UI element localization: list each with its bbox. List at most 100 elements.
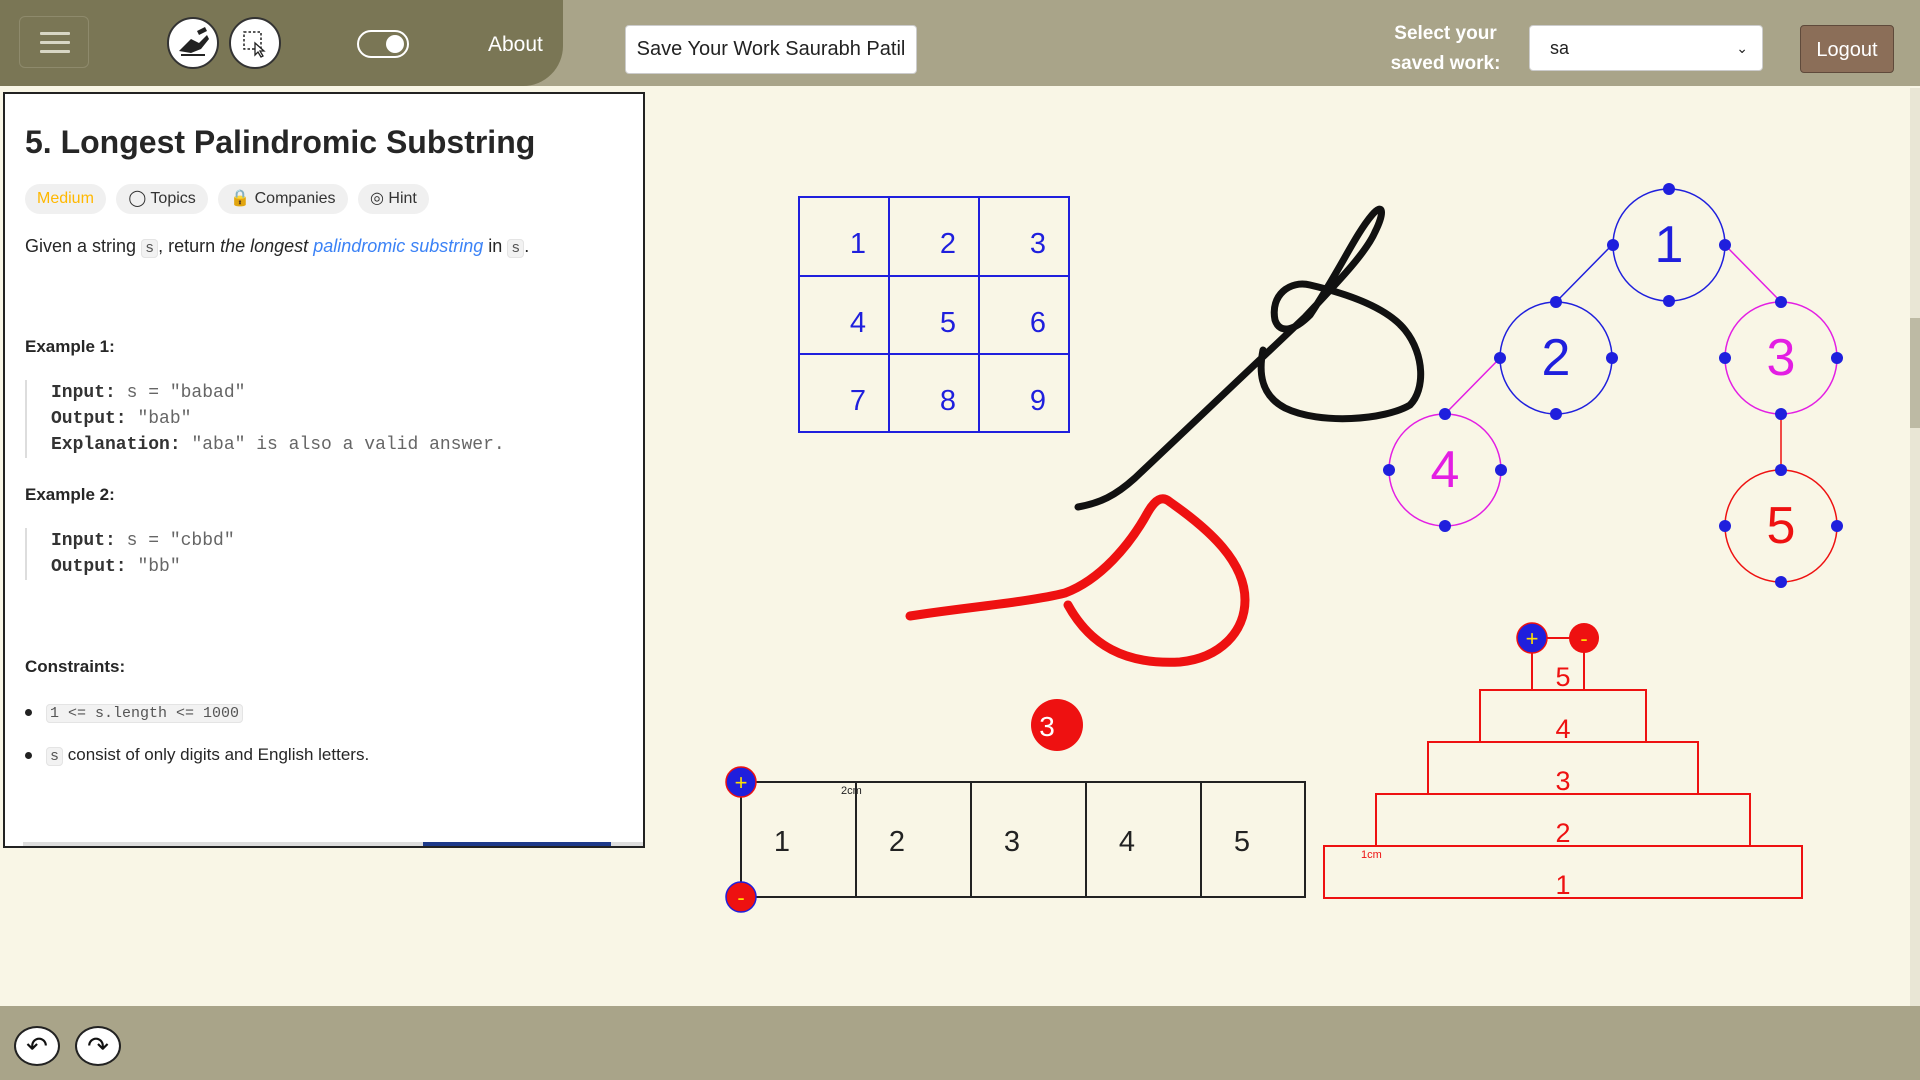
tree-node-label: 4 [1431, 441, 1460, 499]
tree-node-label: 3 [1767, 329, 1796, 387]
tree-node-label: 2 [1542, 329, 1571, 387]
array-border [740, 781, 1306, 898]
anchor-dot[interactable] [1606, 352, 1618, 364]
tag-icon: ◯ [128, 190, 151, 207]
tree-edge [1724, 244, 1782, 303]
problem-panel: 5. Longest Palindromic Substring Medium … [3, 92, 645, 848]
inline-code: 1 <= s.length <= 1000 [46, 704, 244, 723]
matrix-cell: 9 [1030, 385, 1046, 417]
hint-tag[interactable]: ◎ Hint [358, 184, 429, 214]
anchor-dot[interactable] [1550, 408, 1562, 420]
palindromic-substring-link[interactable]: palindromic substring [313, 236, 483, 256]
example-line: Input: s = "cbbd" [51, 528, 235, 554]
undo-icon: ↶ [26, 1031, 48, 1061]
stack-label: 3 [1555, 766, 1570, 796]
matrix-cell: 7 [850, 385, 866, 417]
output-label: Output: [51, 557, 127, 577]
input-label: Input: [51, 531, 116, 551]
anchor-dot[interactable] [1775, 408, 1787, 420]
inline-code: s [46, 747, 64, 766]
problem-title: 5. Longest Palindromic Substring [25, 124, 536, 160]
topics-label: Topics [150, 190, 196, 207]
anchor-dot[interactable] [1494, 352, 1506, 364]
matrix-cell: 1 [850, 228, 866, 260]
anchor-dot[interactable] [1439, 520, 1451, 532]
output-value: "bab" [137, 409, 192, 429]
constraint-item: s consist of only digits and English let… [25, 745, 370, 766]
panel-scrollbar[interactable] [23, 842, 643, 846]
count-badge-label: 3 [1039, 711, 1055, 742]
example-line: Input: s = "babad" [51, 380, 505, 406]
anchor-dot[interactable] [1550, 296, 1562, 308]
array-cell: 2 [889, 826, 905, 858]
lock-icon: 🔒 [230, 190, 255, 207]
input-value: s = "cbbd" [126, 531, 235, 551]
matrix-cell: 3 [1030, 228, 1046, 260]
anchor-dot[interactable] [1831, 520, 1843, 532]
plus-icon: + [1526, 626, 1539, 651]
explanation-label: Explanation: [51, 435, 181, 455]
tree-node-label: 1 [1655, 216, 1684, 274]
array-cell: 1 [774, 826, 790, 858]
desc-text: , return [158, 236, 221, 256]
freehand-black-stroke [1074, 205, 1425, 511]
anchor-dot[interactable] [1831, 352, 1843, 364]
input-value: s = "babad" [126, 383, 246, 403]
anchor-dot[interactable] [1439, 408, 1451, 420]
example1-block: Input: s = "babad" Output: "bab" Explana… [25, 380, 505, 458]
matrix-cell: 8 [940, 385, 956, 417]
array-cell: 5 [1234, 826, 1250, 858]
array-scale-label: 2cm [841, 785, 862, 797]
anchor-dot[interactable] [1719, 352, 1731, 364]
example2-block: Input: s = "cbbd" Output: "bb" [25, 528, 235, 580]
array-cell: 3 [1004, 826, 1020, 858]
example-line: Output: "bab" [51, 406, 505, 432]
topics-tag[interactable]: ◯ Topics [116, 184, 208, 214]
input-label: Input: [51, 383, 116, 403]
hint-label: Hint [388, 190, 417, 207]
companies-tag[interactable]: 🔒 Companies [218, 184, 348, 214]
matrix-grid [798, 196, 1070, 433]
stack-label: 2 [1555, 818, 1570, 848]
desc-text: Given a string [25, 236, 142, 256]
output-value: "bb" [137, 557, 181, 577]
canvas-scrollbar[interactable] [1910, 88, 1920, 1008]
lightbulb-icon: ◎ [370, 190, 389, 207]
companies-label: Companies [254, 190, 336, 207]
problem-description: Given a string s, return the longest pal… [25, 236, 529, 258]
stack-label: 4 [1555, 714, 1570, 744]
anchor-dot[interactable] [1495, 464, 1507, 476]
example-line: Explanation: "aba" is also a valid answe… [51, 432, 505, 458]
anchor-dot[interactable] [1775, 464, 1787, 476]
desc-italic: the longest [220, 236, 314, 256]
anchor-dot[interactable] [1383, 464, 1395, 476]
anchor-dot[interactable] [1663, 295, 1675, 307]
tree-edge [1555, 244, 1613, 303]
anchor-dot[interactable] [1719, 239, 1731, 251]
bullet-dot [25, 709, 32, 717]
plus-icon: + [735, 770, 748, 795]
anchor-dot[interactable] [1663, 183, 1675, 195]
inline-code: s [507, 239, 525, 258]
freehand-red-stroke [905, 494, 1250, 667]
anchor-dot[interactable] [1775, 296, 1787, 308]
matrix-cell: 6 [1030, 307, 1046, 339]
output-label: Output: [51, 409, 127, 429]
inline-code: s [141, 239, 159, 258]
matrix-cell: 2 [940, 228, 956, 260]
example2-heading: Example 2: [25, 485, 115, 504]
stack-label: 1 [1555, 870, 1570, 900]
tree-edge [1444, 357, 1501, 415]
scrollbar-thumb[interactable] [423, 842, 611, 846]
anchor-dot[interactable] [1775, 576, 1787, 588]
anchor-dot[interactable] [1607, 239, 1619, 251]
matrix-border [798, 196, 1070, 433]
stack-label: 5 [1555, 662, 1570, 692]
scrollbar-thumb[interactable] [1910, 318, 1920, 428]
constraint-text: consist of only digits and English lette… [63, 745, 370, 764]
redo-button[interactable]: ↷ [75, 1026, 121, 1066]
undo-button[interactable]: ↶ [14, 1026, 60, 1066]
difficulty-badge: Medium [25, 184, 106, 214]
anchor-dot[interactable] [1719, 520, 1731, 532]
bottom-bar [0, 1006, 1920, 1080]
